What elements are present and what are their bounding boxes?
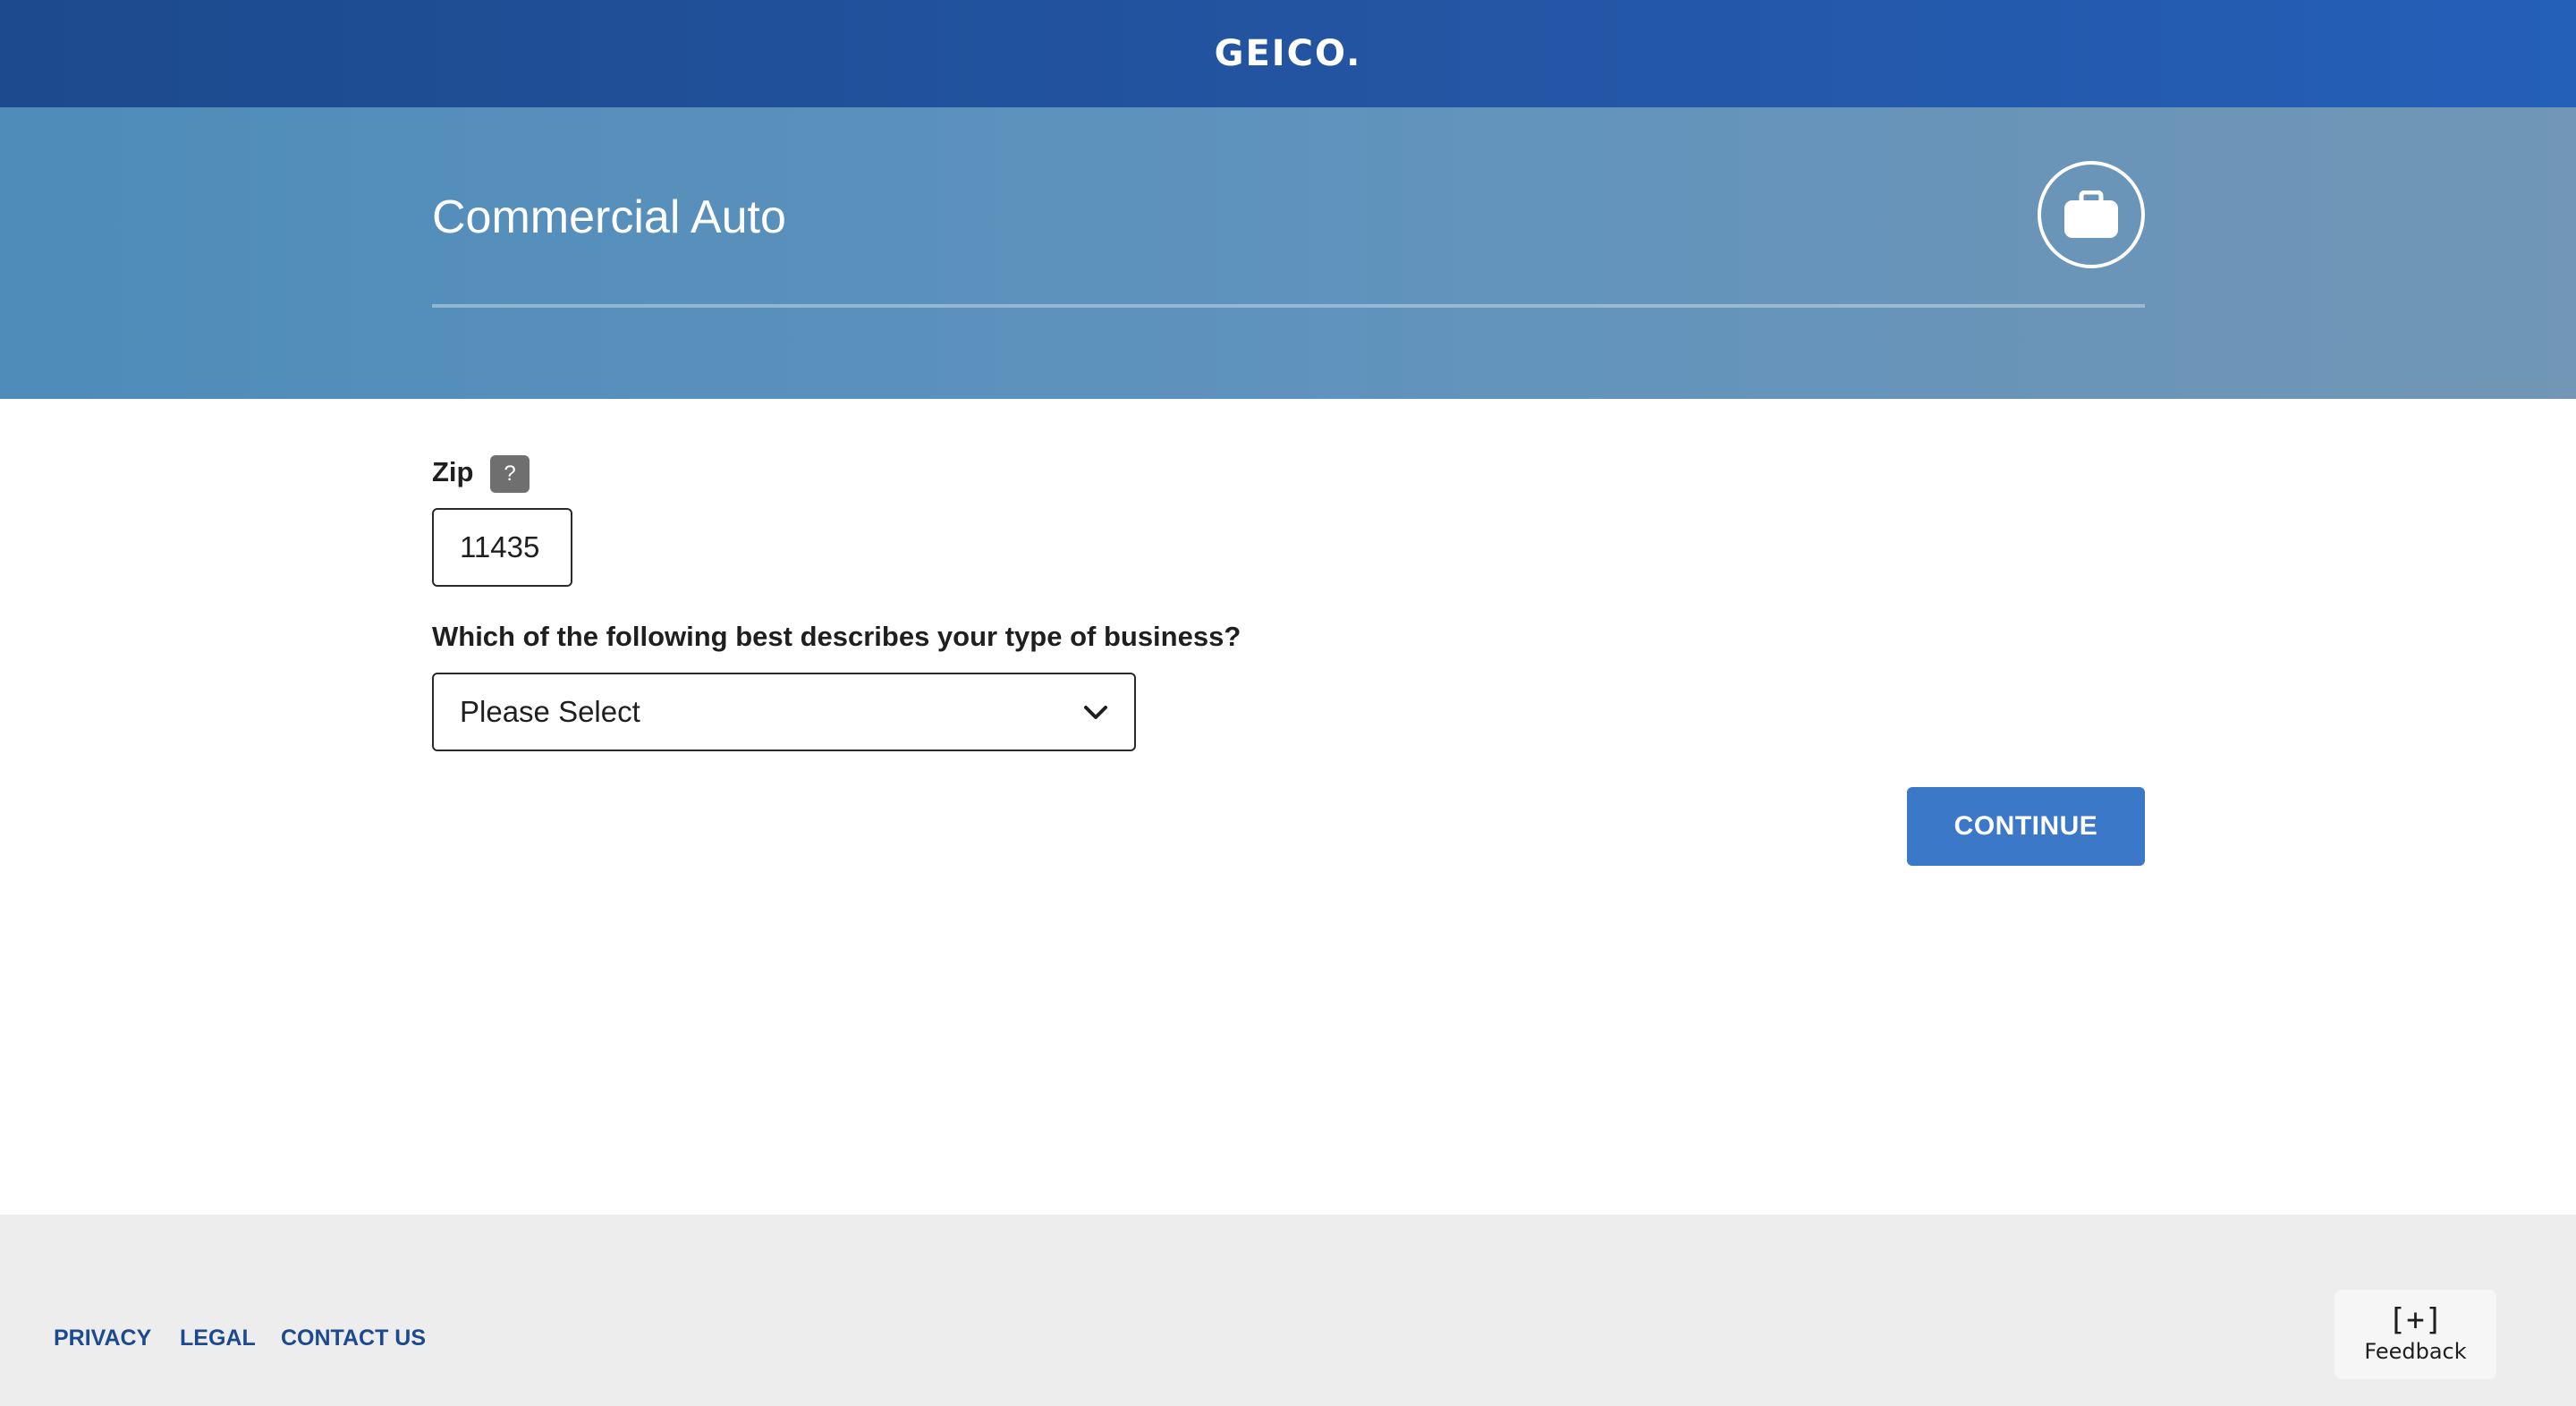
privacy-link[interactable]: PRIVACY [54,1326,151,1351]
hero-banner: Commercial Auto [0,107,2576,399]
chevron-down-icon [1084,706,1107,719]
contact-us-link[interactable]: CONTACT US [281,1326,426,1351]
hero-divider [432,304,2145,308]
briefcase-icon [2038,161,2145,268]
zip-input[interactable] [432,508,572,587]
continue-button[interactable]: CONTINUE [1907,787,2145,866]
zip-help-button[interactable]: ? [490,455,530,493]
feedback-plus-icon: [+] [2387,1302,2444,1338]
legal-link[interactable]: LEGAL [180,1326,256,1351]
feedback-button[interactable]: [+] Feedback [2334,1290,2496,1379]
zip-label: Zip [432,456,474,487]
site-header: GEICO. [0,0,2576,107]
business-type-label: Which of the following best describes yo… [432,621,1241,652]
page-title: Commercial Auto [432,191,786,243]
site-footer: PRIVACY LEGAL CONTACT US [+] Feedback [0,1215,2576,1406]
business-type-select[interactable]: Please Select [432,673,1136,751]
feedback-label: Feedback [2364,1339,2467,1364]
geico-logo[interactable]: GEICO. [1215,36,1362,72]
business-type-selected: Please Select [460,695,640,728]
